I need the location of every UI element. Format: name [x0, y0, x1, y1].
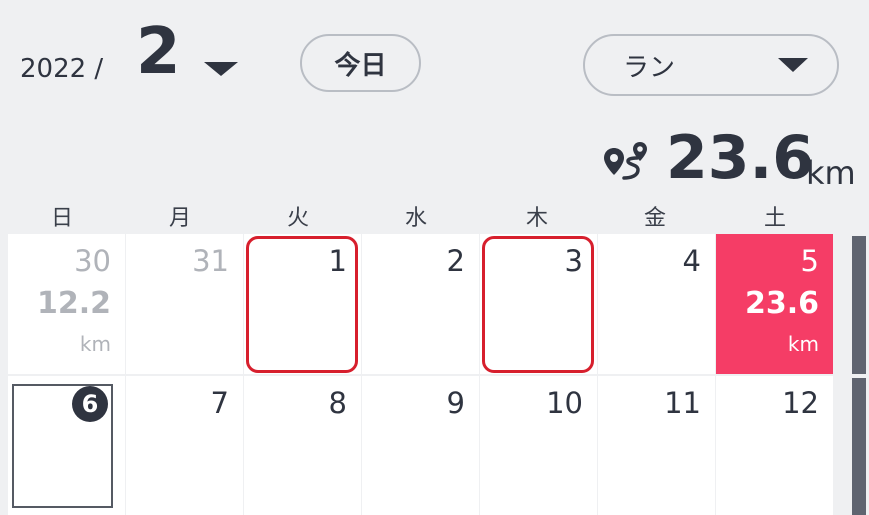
route-pin-icon: [604, 142, 647, 180]
day-number: 4: [682, 244, 701, 278]
calendar-day[interactable]: 9: [362, 376, 479, 515]
calendar-day[interactable]: 12: [716, 376, 833, 515]
calendar-day[interactable]: 30 12.2 km: [8, 234, 125, 374]
today-button[interactable]: 今日: [300, 34, 421, 92]
calendar-day[interactable]: 7: [126, 376, 243, 515]
day-number: 8: [328, 386, 347, 420]
day-distance: 23.6: [744, 286, 819, 321]
weekday-label: 月: [168, 206, 191, 231]
day-distance-unit: km: [79, 332, 111, 356]
calendar-grid: 30 12.2 km 31 1 2 3 4 5 23.6 km 6 7 8 9 …: [8, 234, 835, 515]
highlight-outline: [482, 236, 594, 373]
day-number: 30: [74, 244, 111, 278]
day-number: 31: [192, 244, 229, 278]
calendar-day[interactable]: 2: [362, 234, 479, 374]
calendar-day-active[interactable]: 5 23.6 km: [716, 234, 833, 374]
highlight-outline: [246, 236, 358, 373]
weekday-label: 火: [286, 206, 309, 231]
day-number: 5: [800, 244, 819, 278]
calendar-day[interactable]: 8: [244, 376, 361, 515]
day-number: 11: [664, 386, 701, 420]
day-number: 9: [446, 386, 465, 420]
day-number: 10: [546, 386, 583, 420]
day-distance-unit: km: [787, 332, 819, 356]
weekday-label: 日: [50, 206, 73, 231]
weekday-label: 木: [525, 206, 548, 231]
scrollbar[interactable]: [852, 378, 866, 515]
weekday-label: 水: [404, 206, 427, 231]
caret-down-icon[interactable]: [204, 62, 238, 76]
day-number: 12: [782, 386, 819, 420]
calendar-day[interactable]: 11: [598, 376, 715, 515]
calendar-day-today[interactable]: 6: [8, 376, 125, 515]
total-distance-value: 23.6: [666, 123, 815, 193]
month-label[interactable]: 2: [136, 20, 181, 84]
day-number: 7: [210, 386, 229, 420]
day-distance: 12.2: [36, 286, 111, 321]
caret-down-icon[interactable]: [778, 58, 808, 72]
scrollbar[interactable]: [852, 236, 866, 374]
year-label: 2022 /: [20, 54, 104, 84]
weekday-label: 金: [643, 206, 666, 231]
calendar-day[interactable]: 10: [480, 376, 597, 515]
sport-select-value: ラン: [623, 52, 676, 83]
calendar-day[interactable]: 31: [126, 234, 243, 374]
weekday-label: 土: [763, 206, 786, 231]
day-number: 2: [446, 244, 465, 278]
total-distance-unit: km: [806, 154, 856, 192]
calendar-day[interactable]: 4: [598, 234, 715, 374]
today-badge: 6: [72, 386, 108, 422]
